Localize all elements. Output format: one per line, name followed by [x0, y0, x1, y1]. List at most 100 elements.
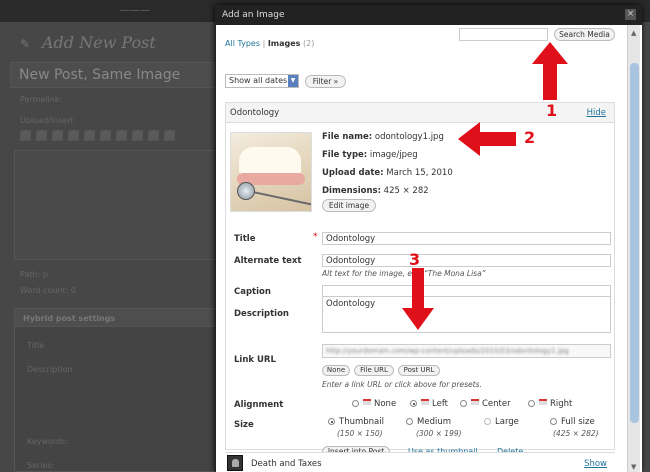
align-center-label: Center [482, 399, 511, 409]
close-icon[interactable]: × [625, 9, 636, 20]
pushpin-icon: ✎ [20, 37, 31, 51]
align-none-label: None [374, 399, 397, 409]
description-textarea[interactable]: Odontology [322, 296, 611, 333]
link-icon[interactable] [164, 130, 175, 141]
required-mark: * [313, 232, 318, 242]
next-attachment-row: Death and Taxes Show [225, 452, 615, 472]
size-large-label: Large [495, 417, 519, 427]
bold-icon[interactable] [20, 130, 31, 141]
media-type-filter: All Types | Images (2) [225, 39, 314, 48]
align-left-icon [421, 399, 429, 405]
size-full-label: Full size [561, 417, 595, 427]
search-media-button[interactable]: Search Media [554, 28, 615, 41]
bullet-list-icon[interactable] [68, 130, 79, 141]
box-keywords-label: Keywords: [27, 437, 69, 446]
alt-text-input[interactable]: Odontology [322, 254, 611, 267]
scrollbar-thumb[interactable] [630, 63, 639, 423]
size-large-radio[interactable] [484, 418, 491, 425]
dialog-scrollbar[interactable]: ▲ ▼ [627, 25, 640, 472]
align-none-radio[interactable] [352, 400, 359, 407]
filter-all-types-link[interactable]: All Types [225, 39, 260, 48]
link-url-input[interactable]: http://yourdomain.com/wp-content/uploads… [322, 344, 611, 358]
description-label: Description [234, 309, 289, 319]
box-description-label: Description [27, 365, 73, 374]
align-left-icon[interactable] [116, 130, 127, 141]
dialog-body: All Types | Images (2) Search Media Show… [216, 25, 642, 472]
editor-content-area[interactable] [14, 150, 216, 260]
alignment-label: Alignment [234, 400, 284, 410]
date-filter-select[interactable]: Show all dates ▼ [225, 74, 299, 88]
annotation-arrow-1 [532, 42, 568, 100]
upload-date-value: March 15, 2010 [386, 168, 453, 178]
hybrid-settings-box: Hybrid post settings Title Description K… [14, 308, 216, 472]
dimensions-label: Dimensions: [322, 186, 381, 196]
size-label: Size [234, 420, 254, 430]
next-attachment-thumbnail [227, 455, 243, 471]
file-type-label: File type: [322, 150, 368, 160]
dialog-title: Add an Image [222, 10, 285, 20]
size-thumbnail-label: Thumbnail [339, 417, 384, 427]
hide-link[interactable]: Hide [587, 108, 606, 118]
align-left-label: Left [432, 399, 448, 409]
italic-icon[interactable] [36, 130, 47, 141]
upload-date-label: Upload date: [322, 168, 384, 178]
align-right-radio[interactable] [528, 400, 535, 407]
align-none-icon [363, 399, 371, 405]
quote-icon[interactable] [100, 130, 111, 141]
add-image-dialog: Add an Image × All Types | Images (2) Se… [215, 5, 642, 472]
align-right-icon[interactable] [148, 130, 159, 141]
size-thumbnail-radio[interactable] [328, 418, 335, 425]
page-title: Add New Post [42, 33, 156, 52]
filter-images-link[interactable]: Images [268, 39, 301, 48]
permalink-label: Permalink: [20, 95, 63, 104]
scroll-down-icon[interactable]: ▼ [631, 463, 636, 471]
hybrid-settings-title: Hybrid post settings [15, 309, 215, 327]
search-input[interactable] [459, 28, 548, 41]
caption-label: Caption [234, 287, 271, 297]
link-url-value: http://yourdomain.com/wp-content/uploads… [326, 347, 569, 355]
post-title-input[interactable]: New Post, Same Image [10, 62, 215, 88]
annotation-marker-2: 2 [524, 128, 536, 147]
dialog-titlebar: Add an Image × [216, 6, 642, 25]
box-title-label: Title [27, 341, 45, 350]
edit-image-button[interactable]: Edit image [322, 199, 376, 212]
link-post-url-button[interactable]: Post URL [398, 365, 440, 376]
annotation-arrow-3 [402, 268, 434, 330]
size-medium-dims: (300 × 199) [416, 429, 462, 438]
admin-bar-text: ——— [120, 5, 150, 16]
scroll-up-icon[interactable]: ▲ [631, 29, 636, 37]
alt-text-label: Alternate text [234, 256, 302, 266]
attachment-thumbnail [230, 132, 312, 212]
file-type-row: File type: image/jpeg [322, 150, 418, 160]
align-left-radio[interactable] [410, 400, 417, 407]
size-medium-radio[interactable] [406, 418, 413, 425]
link-url-hint: Enter a link URL or click above for pres… [322, 380, 482, 389]
align-right-icon [539, 399, 547, 405]
annotation-arrow-2 [458, 122, 516, 156]
number-list-icon[interactable] [84, 130, 95, 141]
editor-toolbar [20, 130, 215, 146]
editor-path: Path: p [20, 270, 48, 279]
size-full-radio[interactable] [550, 418, 557, 425]
annotation-marker-3: 3 [409, 250, 421, 269]
filter-button[interactable]: Filter » [305, 75, 346, 88]
filter-images-count: (2) [302, 39, 315, 48]
title-label: Title [234, 234, 256, 244]
upload-insert-label: Upload/Insert [20, 116, 74, 125]
dimensions-row: Dimensions: 425 × 282 [322, 186, 429, 196]
title-input[interactable]: Odontology [322, 232, 611, 245]
strike-icon[interactable] [52, 130, 63, 141]
size-full-dims: (425 × 282) [553, 429, 599, 438]
align-center-icon[interactable] [132, 130, 143, 141]
link-none-button[interactable]: None [322, 365, 350, 376]
file-name-row: File name: odontology1.jpg [322, 132, 444, 142]
link-file-url-button[interactable]: File URL [354, 365, 394, 376]
file-name-label: File name: [322, 132, 373, 142]
show-link[interactable]: Show [584, 459, 607, 469]
box-series-label: Series: [27, 461, 55, 470]
link-url-label: Link URL [234, 355, 276, 365]
post-title-value: New Post, Same Image [19, 67, 181, 83]
align-center-radio[interactable] [460, 400, 467, 407]
upload-date-row: Upload date: March 15, 2010 [322, 168, 453, 178]
date-filter-value: Show all dates [229, 76, 288, 85]
